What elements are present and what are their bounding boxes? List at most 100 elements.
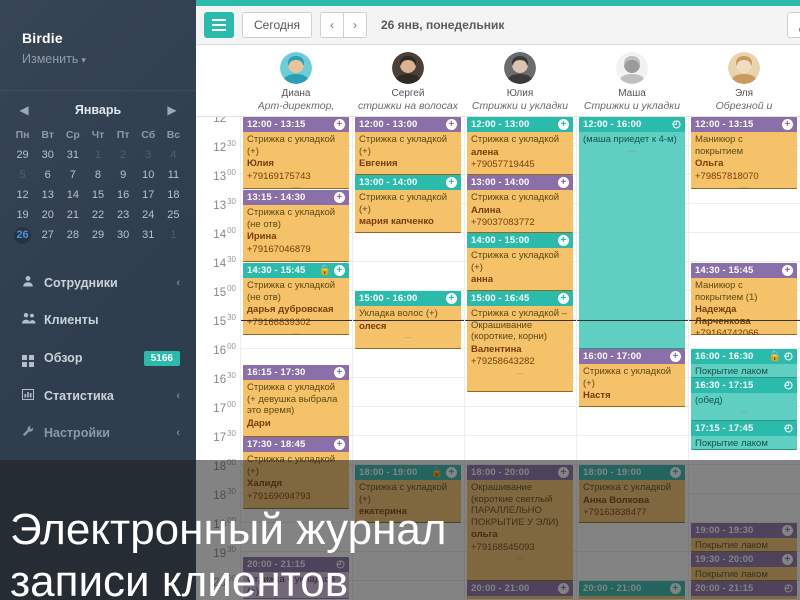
calendar-day[interactable]: 18 [161, 187, 186, 204]
staff-header-1[interactable]: Диана Арт-директор, [240, 45, 352, 116]
add-appointment-icon[interactable]: + [558, 235, 569, 246]
add-appointment-icon[interactable]: + [334, 119, 345, 130]
add-appointment-icon[interactable]: + [558, 177, 569, 188]
sidebar-item-2[interactable]: Клиенты [0, 301, 196, 338]
appointment-event[interactable]: 17:15 - 17:45 ◴ Покрытие лаком [691, 421, 797, 450]
add-appointment-icon[interactable]: + [446, 467, 457, 478]
calendar-day[interactable]: 14 [60, 187, 85, 204]
calendar-day[interactable]: 9 [111, 167, 136, 184]
add-appointment-icon[interactable]: + [558, 119, 569, 130]
appointment-event[interactable]: 19:30 - 20:00 + Покрытие лаком [691, 552, 797, 581]
staff-column-3[interactable]: 12:00 - 13:00 + Стрижка с укладкой алена +79… [464, 117, 576, 599]
staff-column-1[interactable]: 12:00 - 13:15 + Стрижка с укладкой (+) Юлия… [240, 117, 352, 599]
sidebar-item-1[interactable]: Сотрудники ‹ [0, 264, 196, 301]
appointment-event[interactable]: 20:00 - 21:15 ◴ Маникюр с покрытием (не до… [691, 581, 797, 599]
staff-column-5[interactable]: 12:00 - 13:15 + Маникюр с покрытием Ольга +7… [688, 117, 800, 599]
prev-day-button[interactable]: ‹ [320, 12, 344, 38]
calendar-day-selected[interactable]: 26 [14, 227, 32, 244]
calendar-day[interactable]: 29 [10, 147, 35, 164]
appointment-event[interactable]: 18:00 - 19:00 + Стрижка с укладкой Анна Вол… [579, 465, 685, 523]
calendar-day[interactable]: 1 [85, 147, 110, 164]
staff-column-2[interactable]: 12:00 - 13:00 + Стрижка с укладкой (+) Евге… [352, 117, 464, 599]
calendar-day[interactable]: 31 [136, 227, 161, 244]
add-appointment-icon[interactable]: + [334, 265, 345, 276]
calendar-day[interactable]: 23 [111, 207, 136, 224]
staff-column-4[interactable]: 12:00 - 16:00 ◴ (маша приедет к 4-м)... 16:… [576, 117, 688, 599]
appointment-event[interactable]: 16:00 - 16:30 🔒 ◴ Покрытие лаком [691, 349, 797, 378]
appointment-event[interactable]: 12:00 - 13:15 + Стрижка с укладкой (+) Юлия… [243, 117, 349, 189]
brand-edit-link[interactable]: Изменить ▾ [22, 52, 196, 66]
appointment-event[interactable]: 16:30 - 17:15 ◴ (обед)... [691, 378, 797, 421]
calendar-day[interactable]: 10 [136, 167, 161, 184]
calendar-day[interactable]: 15 [85, 187, 110, 204]
calendar-day[interactable]: 22 [85, 207, 110, 224]
appointment-event[interactable]: 20:00 - 21:00 + Стрижка с укладкойЮля [467, 581, 573, 599]
add-appointment-icon[interactable]: + [670, 467, 681, 478]
calendar-day[interactable]: 12 [10, 187, 35, 204]
calendar-day[interactable]: 29 [85, 227, 110, 244]
toolbar-right-button[interactable]: Де [787, 12, 800, 38]
add-appointment-icon[interactable]: + [670, 583, 681, 594]
calendar-day[interactable]: 13 [35, 187, 60, 204]
appointment-event[interactable]: 13:00 - 14:00 + Стрижка с укладкой Алина +79… [467, 175, 573, 233]
calendar-day[interactable]: 17 [136, 187, 161, 204]
appointment-event[interactable]: 18:00 - 19:00 🔒 + Стрижка с укладкой (+) ека… [355, 465, 461, 523]
add-appointment-icon[interactable]: + [446, 119, 457, 130]
appointment-event[interactable]: 12:00 - 13:15 + Маникюр с покрытием Ольга +7… [691, 117, 797, 189]
calendar-day[interactable]: 24 [136, 207, 161, 224]
appointment-event[interactable]: 20:00 - 21:15 ◴ Стрижка с укладкой (+) [243, 557, 349, 599]
staff-header-4[interactable]: Маша Стрижки и укладки [576, 45, 688, 116]
calendar-grid[interactable]: Пн Вт Ср Чт Пт Сб Вс 29 30 31 1 2 3 4 5 6 7 8 9 10 11 12 13 14 1… [10, 127, 186, 244]
appointment-event[interactable]: 17:30 - 18:45 + Стрижка с укладкой (+) Хали… [243, 437, 349, 509]
add-appointment-icon[interactable]: + [782, 265, 793, 276]
calendar-day[interactable]: 28 [60, 227, 85, 244]
calendar-day[interactable]: 7 [60, 167, 85, 184]
add-appointment-icon[interactable]: + [334, 439, 345, 450]
calendar-day[interactable]: 2 [111, 147, 136, 164]
sidebar-item-5[interactable]: Настройки ‹ [0, 414, 196, 451]
staff-header-3[interactable]: Юлия Стрижки и укладки [464, 45, 576, 116]
calendar-day[interactable]: 8 [85, 167, 110, 184]
appointment-event[interactable]: 12:00 - 13:00 + Стрижка с укладкой (+) Евге… [355, 117, 461, 175]
calendar-day[interactable]: 25 [161, 207, 186, 224]
calendar-day[interactable]: 19 [10, 207, 35, 224]
appointment-event[interactable]: 14:30 - 15:45 + Маникюр с покрытием (1) Над… [691, 263, 797, 335]
appointment-event[interactable]: 12:00 - 16:00 ◴ (маша приедет к 4-м)... [579, 117, 685, 349]
appointment-event[interactable]: 15:00 - 16:00 + Укладка волос (+) олеся... [355, 291, 461, 349]
hamburger-icon[interactable] [204, 12, 234, 38]
calendar-day[interactable]: 31 [60, 147, 85, 164]
calendar-day[interactable]: 11 [161, 167, 186, 184]
appointment-event[interactable]: 20:00 - 21:00 + Стрижка с укладкойгалина м… [579, 581, 685, 599]
staff-header-5[interactable]: Эля Обрезной и [688, 45, 800, 116]
appointment-event[interactable]: 13:15 - 14:30 + Стрижка с укладкой (не отв… [243, 190, 349, 262]
calendar-day[interactable]: 4 [161, 147, 186, 164]
calendar-day[interactable]: 16 [111, 187, 136, 204]
calendar-day[interactable]: 30 [111, 227, 136, 244]
calendar-day[interactable]: 30 [35, 147, 60, 164]
add-appointment-icon[interactable]: + [558, 467, 569, 478]
sidebar-item-3[interactable]: Обзор 5166 [0, 338, 196, 378]
add-appointment-icon[interactable]: + [446, 177, 457, 188]
appointment-event[interactable]: 15:00 - 16:45 + Стрижка с укладкой – Окраш… [467, 291, 573, 392]
today-button[interactable]: Сегодня [242, 12, 312, 38]
appointment-event[interactable]: 13:00 - 14:00 + Стрижка с укладкой (+) мари… [355, 175, 461, 233]
calendar-day[interactable]: 1 [161, 227, 186, 244]
appointment-event[interactable]: 14:00 - 15:00 + Стрижка с укладкой (+) анна… [467, 233, 573, 291]
calendar-day[interactable]: 5 [10, 167, 35, 184]
add-appointment-icon[interactable]: + [334, 192, 345, 203]
calendar-next-month-button[interactable]: ▶ [164, 103, 180, 117]
add-appointment-icon[interactable]: + [670, 351, 681, 362]
add-appointment-icon[interactable]: + [334, 367, 345, 378]
appointment-event[interactable]: 18:00 - 20:00 + Окрашивание (короткие свет… [467, 465, 573, 581]
sidebar-item-4[interactable]: Статистика ‹ [0, 378, 196, 414]
calendar-day[interactable]: 3 [136, 147, 161, 164]
add-appointment-icon[interactable]: + [782, 554, 793, 565]
calendar-day[interactable]: 21 [60, 207, 85, 224]
add-appointment-icon[interactable]: + [558, 293, 569, 304]
calendar-day[interactable]: 27 [35, 227, 60, 244]
appointment-event[interactable]: 16:00 - 17:00 + Стрижка с укладкой (+) Наст… [579, 349, 685, 407]
calendar-day[interactable]: 6 [35, 167, 60, 184]
add-appointment-icon[interactable]: + [782, 119, 793, 130]
calendar-day[interactable]: 20 [35, 207, 60, 224]
next-day-button[interactable]: › [344, 12, 367, 38]
